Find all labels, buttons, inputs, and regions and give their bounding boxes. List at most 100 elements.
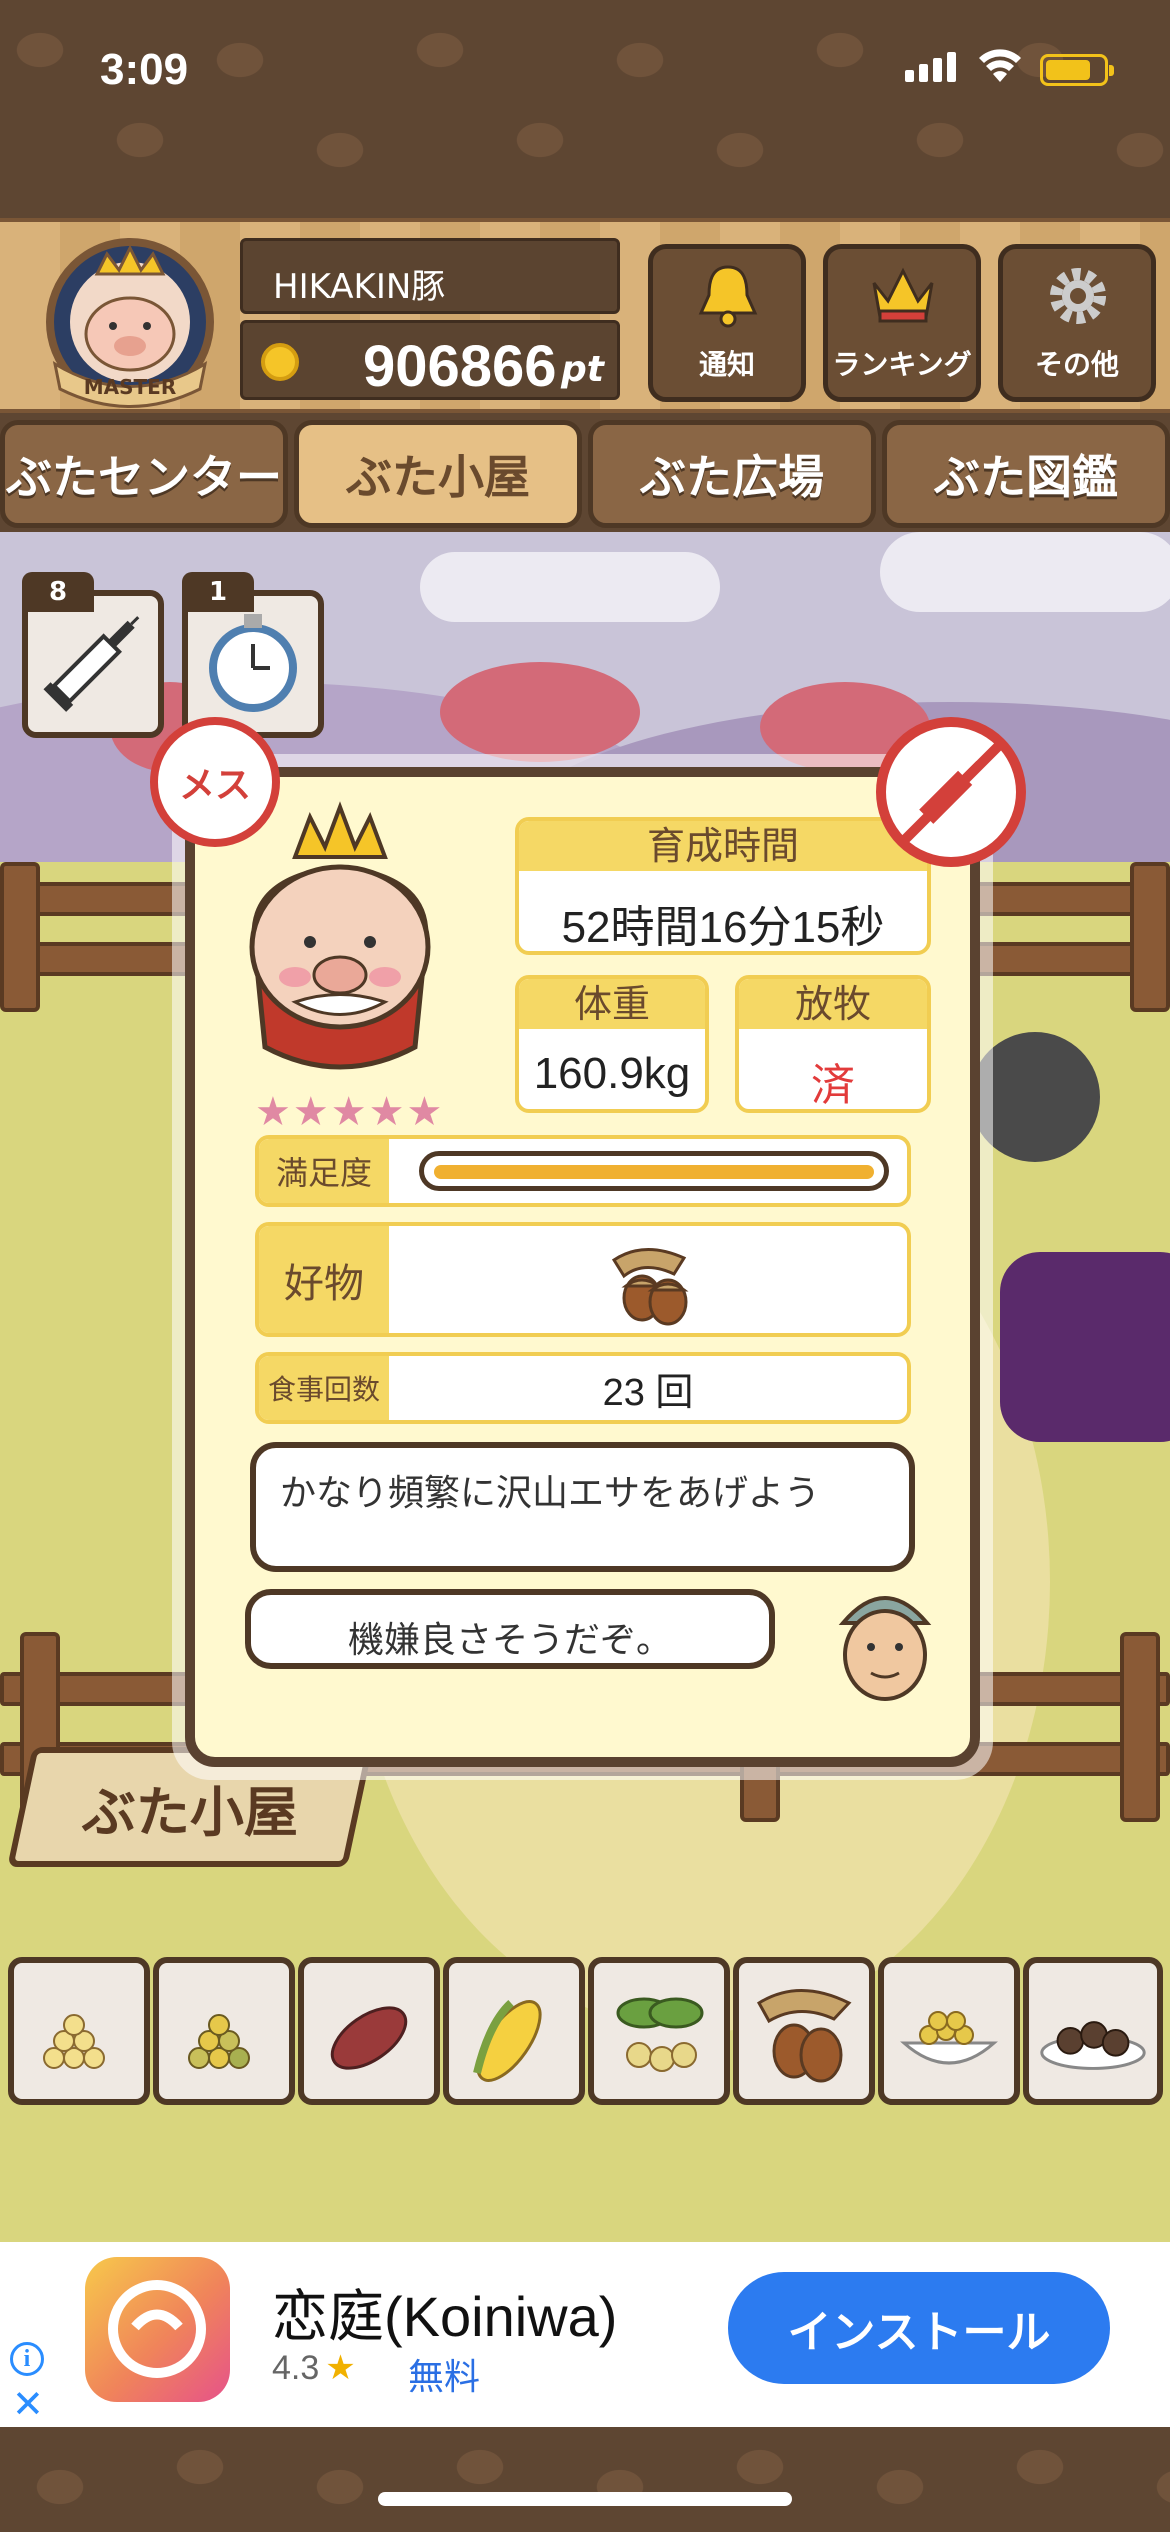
food-slot-6[interactable] — [733, 1957, 875, 2105]
king-pig[interactable] — [1000, 1252, 1170, 1442]
food-slot-1[interactable] — [8, 1957, 150, 2105]
player-name: HIKAKIN豚 — [240, 238, 620, 314]
growth-time-box: 育成時間 52時間16分15秒 — [515, 817, 931, 955]
satisfaction-bar-fill — [434, 1165, 874, 1179]
food-slot-2[interactable] — [153, 1957, 295, 2105]
truffle-plate-icon — [1040, 2021, 1146, 2070]
no-injection-icon — [876, 717, 1026, 867]
tab-buta-plaza[interactable]: ぶた広場 — [588, 420, 876, 528]
meals-row: 食事回数 23 回 — [255, 1352, 911, 1424]
main-tabs: ぶたセンター ぶた小屋 ぶた広場 ぶた図鑑 — [0, 420, 1170, 532]
more-button[interactable]: その他 — [998, 244, 1156, 402]
meals-label: 食事回数 — [259, 1356, 389, 1420]
acorn-icon — [611, 1248, 689, 1326]
acorn-icon — [756, 1989, 852, 2083]
gear-icon — [1050, 268, 1106, 324]
ranking-label: ランキング — [832, 348, 972, 381]
satisfaction-label: 満足度 — [259, 1139, 389, 1203]
mixed-grain-icon — [188, 2014, 250, 2069]
bean-bowl-icon — [900, 2011, 998, 2065]
fence-post — [0, 862, 40, 1012]
coin-icon — [261, 343, 299, 381]
master-badge-label: MASTER — [84, 375, 177, 399]
wifi-icon — [979, 49, 1021, 82]
stopwatch-item[interactable]: 1 — [182, 572, 324, 738]
mood-text: 機嫌良さそうだぞ。 — [347, 1620, 672, 1661]
grain-pile-icon — [43, 2014, 105, 2069]
ad-rating-value: 4.3 — [272, 2349, 320, 2387]
player-header: MASTER HIKAKIN豚 906866 pt 通知 ランキング その他 — [0, 218, 1170, 413]
sweet-potato-icon — [330, 2006, 408, 2070]
rarity-stars: ★★★★★ — [255, 1089, 445, 1135]
notifications-label: 通知 — [698, 348, 755, 381]
ranking-button[interactable]: ランキング — [823, 244, 981, 402]
advice-text: かなり頻繁に沢山エサをあげよう — [280, 1473, 821, 1514]
satisfaction-bar — [419, 1151, 889, 1191]
tab-buta-center[interactable]: ぶたセンター — [0, 420, 288, 528]
pig-hut-scene: ぶた小屋 8 1 ★★★★★ 育成時間 52時間16分15秒 体重 160.9k… — [0, 532, 1170, 2242]
corn-icon — [473, 2000, 542, 2082]
tab-buta-hut[interactable]: ぶた小屋 — [294, 420, 582, 528]
weight-label: 体重 — [519, 979, 705, 1029]
satisfaction-row: 満足度 — [255, 1135, 911, 1207]
master-badge[interactable]: MASTER — [35, 234, 225, 409]
fence-post — [1120, 1632, 1160, 1822]
favorite-label: 好物 — [259, 1226, 389, 1333]
nuts-leaf-icon — [616, 1997, 704, 2072]
fence-post — [1130, 862, 1170, 1012]
syringe-count: 8 — [22, 572, 94, 612]
female-gender-badge: メス — [150, 717, 280, 847]
home-indicator[interactable] — [378, 2492, 792, 2506]
syringe-icon — [43, 616, 140, 712]
gender-label: メス — [178, 765, 251, 806]
mood-bubble: 機嫌良さそうだぞ。 — [245, 1589, 775, 1669]
pasture-box: 放牧 済 — [735, 975, 931, 1113]
pasture-value: 済 — [811, 1061, 855, 1110]
pig-portrait[interactable] — [225, 797, 455, 1087]
plum-tree — [440, 662, 640, 762]
farmer-avatar — [838, 1596, 932, 1701]
pig-status-card: ★★★★★ 育成時間 52時間16分15秒 体重 160.9kg 放牧 済 満足… — [185, 767, 980, 1767]
food-slot-4[interactable] — [443, 1957, 585, 2105]
stopwatch-icon — [209, 614, 297, 712]
meals-value: 23 回 — [602, 1371, 694, 1414]
growth-time-value: 52時間16分15秒 — [561, 903, 885, 952]
points-unit: pt — [561, 349, 604, 390]
growth-time-label: 育成時間 — [519, 821, 927, 871]
cellular-signal-icon — [905, 52, 956, 82]
bell-icon — [698, 265, 758, 328]
ad-rating: 4.3 ★ — [272, 2348, 356, 2388]
status-time: 3:09 — [100, 45, 189, 94]
install-button[interactable]: インストール — [728, 2272, 1110, 2384]
weight-box: 体重 160.9kg — [515, 975, 709, 1113]
favorite-food-row: 好物 — [255, 1222, 911, 1337]
ad-price: 無料 — [408, 2357, 481, 2398]
notifications-button[interactable]: 通知 — [648, 244, 806, 402]
ad-app-name: 恋庭(Koiniwa) — [272, 2285, 618, 2348]
points-value: 906866 — [363, 334, 557, 399]
ad-info-icon[interactable]: i — [10, 2342, 44, 2376]
more-label: その他 — [1034, 348, 1119, 381]
syringe-item[interactable]: 8 — [22, 572, 164, 738]
weight-value: 160.9kg — [533, 1049, 691, 1098]
pasture-label: 放牧 — [739, 979, 927, 1029]
food-slot-5[interactable] — [588, 1957, 730, 2105]
food-slot-3[interactable] — [298, 1957, 440, 2105]
crown-icon — [872, 267, 934, 323]
star-icon: ★ — [325, 2349, 356, 2387]
stopwatch-count: 1 — [182, 572, 254, 612]
food-tray — [0, 1937, 1170, 2117]
food-slot-7[interactable] — [878, 1957, 1020, 2105]
cloud — [420, 552, 720, 622]
ad-app-icon[interactable] — [85, 2257, 230, 2402]
points-display: 906866 pt — [240, 320, 620, 400]
status-bar: 3:09 — [0, 0, 1170, 150]
bottom-background — [0, 2427, 1170, 2532]
advice-bubble: かなり頻繁に沢山エサをあげよう — [250, 1442, 915, 1572]
battery-icon — [1040, 54, 1114, 86]
tab-buta-encyclopedia[interactable]: ぶた図鑑 — [882, 420, 1170, 528]
cloud — [880, 532, 1170, 612]
ad-banner[interactable]: i ✕ 恋庭(Koiniwa) 4.3 ★ 無料 インストール — [0, 2242, 1170, 2427]
food-slot-8[interactable] — [1023, 1957, 1163, 2105]
ad-close-icon[interactable]: ✕ — [12, 2382, 44, 2427]
